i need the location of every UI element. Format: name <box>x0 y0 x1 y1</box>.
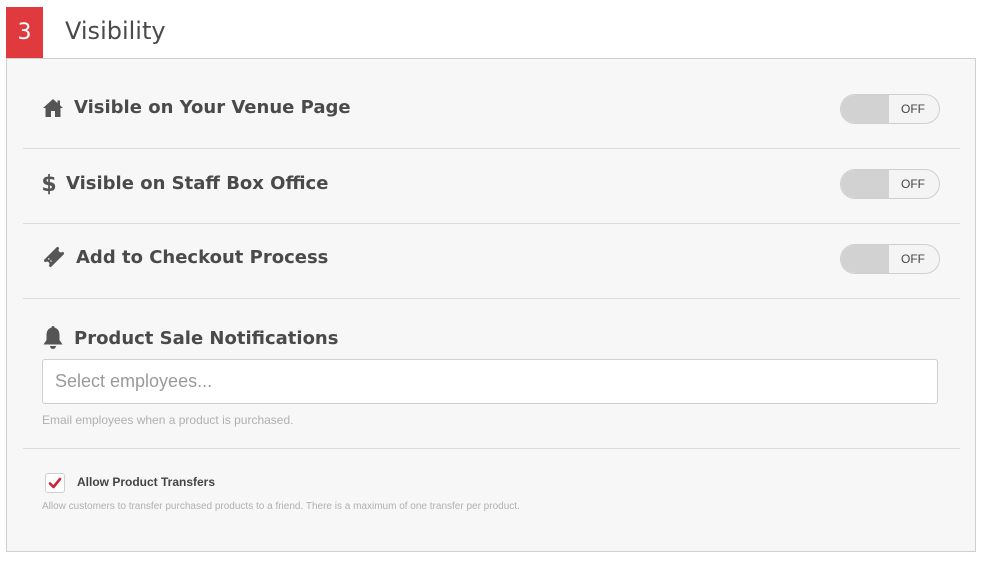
notifications-label-text: Product Sale Notifications <box>74 327 339 349</box>
notifications-label-group: Product Sale Notifications <box>42 326 338 350</box>
ticket-icon <box>42 246 66 268</box>
home-icon <box>42 98 64 118</box>
notifications-help-text: Email employees when a product is purcha… <box>42 413 294 427</box>
row-label-text: Visible on Your Venue Page <box>74 97 351 118</box>
toggle-knob <box>841 170 889 198</box>
toggle-state-text: OFF <box>901 177 925 191</box>
toggle-knob <box>841 95 889 123</box>
visibility-row-venue-page: Visible on Your Venue Page OFF <box>23 59 960 149</box>
toggle-state-text: OFF <box>901 252 925 266</box>
toggle-knob <box>841 245 889 273</box>
allow-transfers-label: Allow Product Transfers <box>77 475 216 489</box>
visibility-panel: Visible on Your Venue Page OFF $ Visible… <box>6 58 976 552</box>
step-number-badge: 3 <box>6 7 43 58</box>
transfers-help-text: Allow customers to transfer purchased pr… <box>42 501 520 512</box>
venue-page-toggle[interactable]: OFF <box>840 94 940 124</box>
row-label-text: Visible on Staff Box Office <box>66 172 329 194</box>
staff-box-office-toggle[interactable]: OFF <box>840 169 940 199</box>
visibility-row-checkout: Add to Checkout Process OFF <box>23 224 960 299</box>
toggle-state-text: OFF <box>901 102 925 116</box>
product-sale-notifications-section: Product Sale Notifications Email employe… <box>23 299 960 449</box>
select-employees-input[interactable] <box>42 359 938 404</box>
section-header: 3 Visibility <box>6 7 976 58</box>
row-label-group: Add to Checkout Process <box>42 246 328 268</box>
visibility-row-staff-box-office: $ Visible on Staff Box Office OFF <box>23 149 960 224</box>
checkmark-icon <box>48 477 62 489</box>
product-transfers-section: Allow Product Transfers Allow customers … <box>23 449 960 549</box>
checkout-process-toggle[interactable]: OFF <box>840 244 940 274</box>
row-label-group: Visible on Your Venue Page <box>42 97 351 118</box>
dollar-icon: $ <box>42 171 56 195</box>
bell-icon <box>42 326 64 350</box>
svg-text:$: $ <box>42 172 56 195</box>
row-label-text: Add to Checkout Process <box>76 246 329 268</box>
row-label-group: $ Visible on Staff Box Office <box>42 171 328 195</box>
allow-transfers-checkbox[interactable] <box>45 473 65 493</box>
section-title: Visibility <box>65 17 166 45</box>
